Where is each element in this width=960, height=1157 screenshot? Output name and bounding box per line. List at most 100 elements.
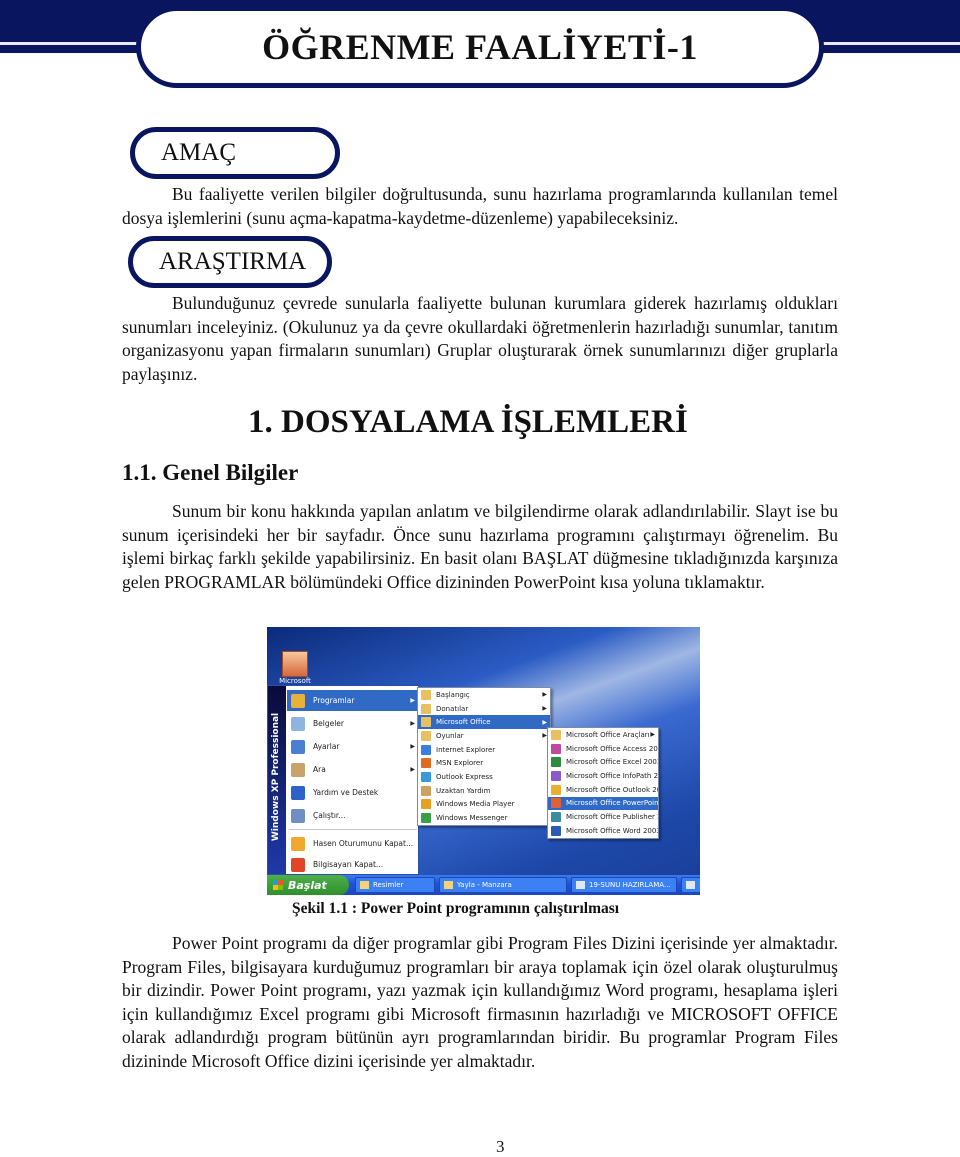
documents-icon <box>291 716 305 731</box>
office-menu-item-microsoft-office-access-2003[interactable]: Microsoft Office Access 2003 <box>548 742 658 756</box>
start-menu-item-yard-m-ve-destek[interactable]: Yardım ve Destek <box>287 782 419 803</box>
start-menu-item-ayarlar[interactable]: Ayarlar ▶ <box>287 736 419 757</box>
microsoft-office-powerpoint-2003-icon <box>551 798 561 809</box>
document-icon <box>576 881 585 889</box>
start-menu-separator <box>289 829 417 830</box>
taskbar-button-resimler[interactable]: Resimler <box>355 877 435 893</box>
programs-menu-item-windows-messenger[interactable]: Windows Messenger <box>418 811 550 825</box>
microsoft-office-access-2003-icon <box>551 743 561 754</box>
programs-menu-item-label: Windows Messenger <box>436 814 508 823</box>
taskbar-button-yayla-manzara[interactable]: Yayla - Manzara <box>439 877 567 893</box>
start-button-label: Başlat <box>288 878 327 892</box>
shutdown-icon <box>291 857 305 872</box>
office-menu-item-microsoft-office-outlook-2003[interactable]: Microsoft Office Outlook 2003 <box>548 783 658 797</box>
start-menu-sidebar: Windows XP Professional <box>268 686 286 874</box>
programs-menu-item-msn-explorer[interactable]: MSN Explorer <box>418 757 550 771</box>
help-icon <box>291 785 305 800</box>
amac-label: AMAÇ <box>161 139 237 166</box>
programs-menu-item-label: Microsoft Office <box>436 718 491 727</box>
start-menu-item-bilgisayar-kapat[interactable]: Bilgisayarı Kapat... <box>287 854 419 875</box>
powerpoint-shortcut-icon <box>282 651 308 677</box>
uzaktan-yard-m-icon <box>421 785 431 796</box>
programs-menu-item-donat-lar[interactable]: Donatılar ▶ <box>418 702 550 716</box>
office-menu-item-microsoft-office-powerpoint-2003[interactable]: Microsoft Office PowerPoint 2003 <box>548 796 658 811</box>
submenu-arrow-icon: ▶ <box>410 720 415 727</box>
start-menu-item-al-t-r[interactable]: Çalıştır... <box>287 805 419 826</box>
programs-menu-item-oyunlar[interactable]: Oyunlar ▶ <box>418 729 550 743</box>
windows-xp-professional-text: Windows XP Professional <box>271 712 281 842</box>
office-menu-item-microsoft-office-publisher-2003[interactable]: Microsoft Office Publisher 2003 <box>548 810 658 824</box>
submenu-arrow-icon: ▶ <box>542 718 547 726</box>
submenu-arrow-icon: ▶ <box>542 705 547 713</box>
submenu-arrow-icon: ▶ <box>542 691 547 699</box>
start-button[interactable]: Başlat <box>267 875 349 895</box>
start-menu-item-label: Programlar <box>313 696 355 705</box>
amac-text: Bu faaliyette verilen bilgiler doğrultus… <box>122 184 838 228</box>
office-menu-item-microsoft-office-excel-2003[interactable]: Microsoft Office Excel 2003 <box>548 755 658 769</box>
microsoft-office-outlook-2003-icon <box>551 784 561 795</box>
microsoft-office-infopath-2003-icon <box>551 770 561 781</box>
microsoft-office-ara-lar-icon <box>551 729 561 740</box>
taskbar: Başlat Resimler Yayla - Manzara 19-SUNU HA… <box>267 875 700 895</box>
oyunlar-icon <box>421 730 431 741</box>
run-icon <box>291 808 305 823</box>
start-menu-item-label: Ayarlar <box>313 742 340 751</box>
taskbar-button-19-sunu-hazirlama[interactable]: 19-SUNU HAZIRLAMA... <box>571 877 677 893</box>
office-menu-item-microsoft-office-ara-lar[interactable]: Microsoft Office Araçları ▶ <box>548 728 658 742</box>
office-menu-item-microsoft-office-word-2003[interactable]: Microsoft Office Word 2003 <box>548 824 658 838</box>
taskbar-button-item-3[interactable] <box>681 877 700 893</box>
windows-media-player-icon <box>421 799 431 810</box>
programs-menu-item-label: Başlangıç <box>436 690 470 699</box>
figure-screenshot: Microsoft Office P... Windows XP Profess… <box>267 627 700 895</box>
windows-logo-icon <box>273 880 283 890</box>
section-subheading: 1.1. Genel Bilgiler <box>122 460 299 485</box>
programs-menu-item-label: MSN Explorer <box>436 759 484 768</box>
programs-menu-item-label: Donatılar <box>436 704 469 713</box>
start-menu-item-label: Belgeler <box>313 719 344 728</box>
programs-menu-item-label: Windows Media Player <box>436 800 515 809</box>
programs-menu-item-uzaktan-yard-m[interactable]: Uzaktan Yardım <box>418 784 550 798</box>
start-menu-item-belgeler[interactable]: Belgeler ▶ <box>287 713 419 734</box>
office-menu-item-label: Microsoft Office InfoPath 2003 <box>566 771 658 780</box>
start-menu-item-programlar[interactable]: Programlar ▶ <box>287 690 419 711</box>
submenu-arrow-icon: ▶ <box>650 731 655 739</box>
microsoft-office-excel-2003-icon <box>551 757 561 768</box>
start-menu-item-label: Ara <box>313 765 326 774</box>
programs-menu-item-ba-lang[interactable]: Başlangıç ▶ <box>418 688 550 702</box>
office-menu-item-label: Microsoft Office Word 2003 <box>566 826 658 835</box>
office-menu-item-label: Microsoft Office Araçları <box>566 730 650 739</box>
folder-icon <box>444 881 453 889</box>
taskbar-button-label: Yayla - Manzara <box>457 881 512 889</box>
programs-menu-item-internet-explorer[interactable]: Internet Explorer <box>418 743 550 757</box>
office-menu-item-label: Microsoft Office Access 2003 <box>566 744 658 753</box>
paragraph-1: Sunum bir konu hakkında yapılan anlatım … <box>122 501 838 592</box>
microsoft-office-word-2003-icon <box>551 825 561 836</box>
page-number: 3 <box>496 1137 505 1156</box>
start-menu-item-label: Bilgisayarı Kapat... <box>313 860 384 869</box>
start-menu-item-ara[interactable]: Ara ▶ <box>287 759 419 780</box>
activity-title-banner: ÖĞRENME FAALİYETİ-1 <box>136 6 824 88</box>
msn-explorer-icon <box>421 758 431 769</box>
office-menu-item-label: Microsoft Office PowerPoint 2003 <box>566 799 658 808</box>
settings-icon <box>291 739 305 754</box>
programs-menu-item-label: Internet Explorer <box>436 745 496 754</box>
programs-menu-item-outlook-express[interactable]: Outlook Express <box>418 770 550 784</box>
microsoft-office-icon <box>421 717 431 728</box>
office-menu-item-label: Microsoft Office Excel 2003 <box>566 758 658 767</box>
paragraph-2: Power Point programı da diğer programlar… <box>122 933 838 1071</box>
programs-menu-item-windows-media-player[interactable]: Windows Media Player <box>418 798 550 812</box>
start-menu: Windows XP Professional Programlar ▶ Belge… <box>267 685 419 875</box>
office-menu-item-microsoft-office-infopath-2003[interactable]: Microsoft Office InfoPath 2003 <box>548 769 658 783</box>
outlook-express-icon <box>421 772 431 783</box>
start-menu-item-hasen-oturumunu-kapat[interactable]: Hasen Oturumunu Kapat... <box>287 833 419 854</box>
chapter-heading: 1. DOSYALAMA İŞLEMLERİ <box>248 404 688 440</box>
submenu-arrow-icon: ▶ <box>410 743 415 750</box>
arastirma-text: Bulunduğunuz çevrede sunularla faaliyett… <box>122 293 838 384</box>
ba-lang-icon <box>421 689 431 700</box>
arastirma-label: ARAŞTIRMA <box>159 248 307 275</box>
taskbar-button-label: 19-SUNU HAZIRLAMA... <box>589 881 671 889</box>
programs-menu-item-microsoft-office[interactable]: Microsoft Office ▶ <box>418 715 550 730</box>
start-menu-item-label: Yardım ve Destek <box>313 788 379 797</box>
programs-menu-item-label: Uzaktan Yardım <box>436 786 491 795</box>
microsoft-office-publisher-2003-icon <box>551 812 561 823</box>
